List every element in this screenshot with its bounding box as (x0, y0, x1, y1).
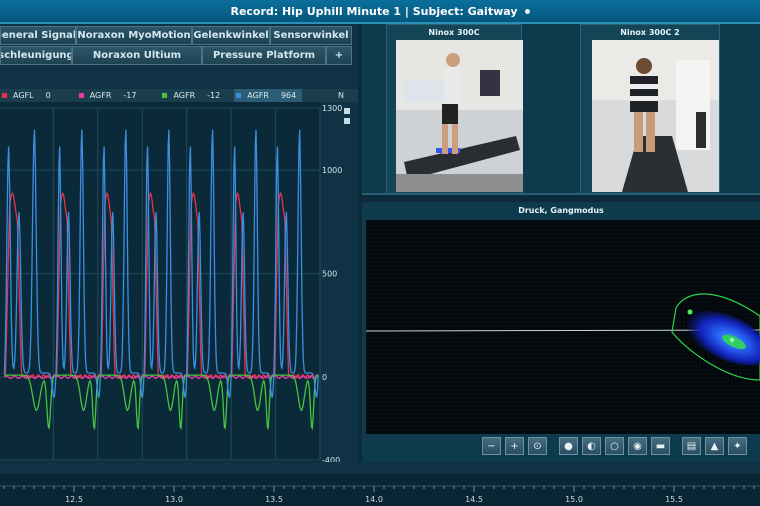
y-zoom-in-button[interactable] (344, 108, 350, 114)
legend-swatch (162, 93, 168, 98)
tab-sensorwinkel[interactable]: Sensorwinkel (270, 26, 352, 45)
legend-name: AGFR (173, 91, 196, 100)
tab-gelenkwinkel[interactable]: Gelenkwinkel (192, 26, 270, 45)
timeline-tick-label: 14.0 (365, 495, 383, 504)
cop-icon[interactable]: ✦ (728, 437, 747, 455)
tab-add-button[interactable]: + (326, 46, 352, 65)
tab-pressure-platform[interactable]: Pressure Platform (202, 46, 326, 65)
timeline-tick-label: 15.0 (565, 495, 583, 504)
plot-background (0, 102, 320, 462)
tab-row-2: schleunigung Noraxon Ultium Pressure Pla… (0, 46, 352, 66)
tab-noraxon-myomotion[interactable]: Noraxon MyoMotion (76, 26, 192, 45)
legend-swatch (2, 93, 7, 98)
legend-value: -17 (123, 91, 137, 100)
pressure-map[interactable] (366, 220, 760, 434)
legend-item-selected[interactable]: AGFR 964 (234, 89, 303, 102)
video-frame-2 (592, 40, 719, 192)
video-title: Ninox 300C 2 (620, 28, 680, 37)
timeline-ticks (3, 486, 755, 492)
video-divider[interactable] (362, 193, 760, 195)
video-title: Ninox 300C (428, 28, 480, 37)
legend-swatch (78, 93, 84, 98)
signals-panel: General Signals Noraxon MyoMotion Gelenk… (0, 24, 358, 486)
status-dot-icon (524, 8, 530, 14)
pressure-title: Druck, Gangmodus (518, 206, 604, 215)
legend-name: AGFL (13, 91, 34, 100)
legend-swatch (236, 93, 242, 98)
timeline-tick-label: 13.5 (265, 495, 283, 504)
timeline-ruler: 12.5 13.0 13.5 14.0 14.5 15.0 15.5 (0, 462, 760, 504)
y-tick-label: 1000 (322, 166, 342, 175)
cop-marker (687, 309, 693, 315)
graph-icon[interactable]: ▤ (682, 437, 701, 455)
body-side-icon[interactable]: ◐ (582, 437, 601, 455)
legend-item[interactable]: AGFR -17 (78, 89, 163, 102)
timeline-tick-label: 13.0 (165, 495, 183, 504)
video-panel-2[interactable]: Ninox 300C 2 (580, 24, 720, 194)
y-tick-label: 1300 (322, 104, 342, 113)
timeline-tick-label: 12.5 (65, 495, 83, 504)
y-tick-label: 0 (322, 373, 327, 382)
cop-marker (730, 338, 734, 342)
video-panel-1[interactable]: Ninox 300C (386, 24, 523, 194)
legend-name: AGFR (247, 91, 269, 100)
tab-row-1: General Signals Noraxon MyoMotion Gelenk… (0, 26, 352, 46)
body-full-icon[interactable]: ◉ (628, 437, 647, 455)
timeline-tick-label: 15.5 (665, 495, 683, 504)
legend-name: AGFR (89, 91, 112, 100)
legend-value: -12 (207, 91, 221, 100)
tab-noraxon-ultium[interactable]: Noraxon Ultium (72, 46, 202, 65)
tab-general-signals[interactable]: General Signals (0, 26, 76, 45)
zoom-reset-icon[interactable]: ⊙ (528, 437, 547, 455)
legend-item[interactable]: AGFL 0 (0, 89, 79, 102)
timeline-top-strip (0, 462, 760, 474)
legend-item[interactable]: AGFR -12 (162, 89, 234, 102)
y-axis-area (320, 102, 358, 462)
foot-icon[interactable]: ▬ (651, 437, 670, 455)
timeline[interactable]: 12.5 13.0 13.5 14.0 14.5 15.0 15.5 (0, 462, 760, 506)
pressure-panel: Druck, Gangmodus − + ⊙ ● ◐ ○ ◉ ▬ ▤ ▲ ✦ (362, 202, 760, 462)
body-back-icon[interactable]: ○ (605, 437, 624, 455)
tab-beschleunigung[interactable]: schleunigung (0, 46, 72, 65)
zoom-out-icon[interactable]: − (482, 437, 501, 455)
window-title: Record: Hip Uphill Minute 1 | Subject: G… (230, 4, 518, 18)
pressure-toolbar: − + ⊙ ● ◐ ○ ◉ ▬ ▤ ▲ ✦ (482, 434, 760, 458)
peak-icon[interactable]: ▲ (705, 437, 724, 455)
zoom-in-icon[interactable]: + (505, 437, 524, 455)
signal-chart[interactable]: 130010005000-400 13.514.014.515.015.516.… (0, 102, 358, 486)
legend-unit: N (338, 91, 344, 100)
body-front-icon[interactable]: ● (559, 437, 578, 455)
video-frame-1 (396, 40, 523, 192)
legend-value: 0 (45, 91, 51, 100)
video-area: Ninox 300C Ninox 300C 2 (362, 24, 760, 195)
legend-value: 964 (280, 91, 297, 100)
window-titlebar: Record: Hip Uphill Minute 1 | Subject: G… (0, 0, 760, 24)
signal-legend: AGFL 0 AGFR -17 AGFR -12 AGFR 964 N (0, 89, 358, 102)
y-zoom-out-button[interactable] (344, 118, 350, 124)
y-tick-label: 500 (322, 270, 337, 279)
timeline-tick-label: 14.5 (465, 495, 483, 504)
